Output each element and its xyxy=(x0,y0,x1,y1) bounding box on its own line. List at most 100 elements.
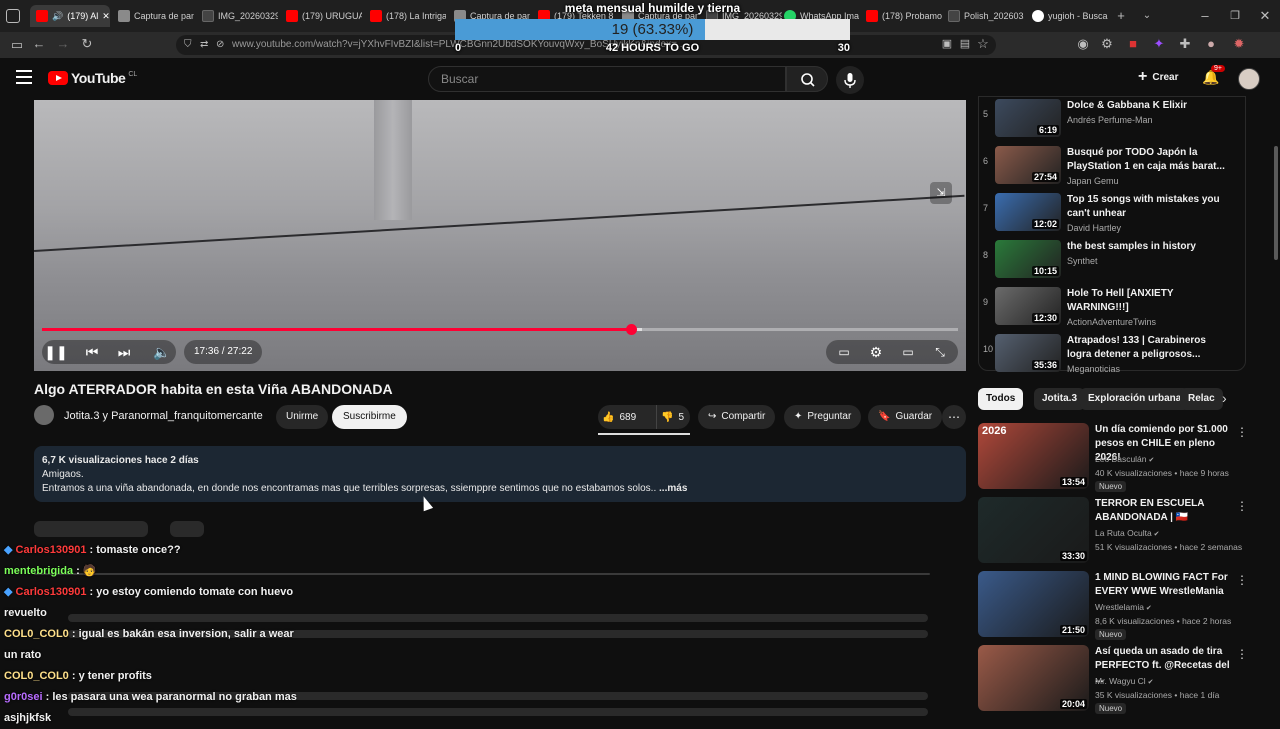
filter-chip[interactable]: Todos xyxy=(978,388,1024,410)
tracking-icon[interactable]: ⊘ xyxy=(216,35,224,55)
account-icon[interactable]: ◉ xyxy=(1076,37,1090,51)
tab[interactable]: Polish_2026032 xyxy=(948,5,1024,27)
screenshot-icon[interactable]: ▣ xyxy=(940,37,954,51)
playlist-thumbnail[interactable]: 12:30 xyxy=(995,287,1061,325)
playlist-title[interactable]: Dolce & Gabbana K Elixir xyxy=(1067,99,1227,113)
maximize-icon[interactable]: ❐ xyxy=(1228,9,1242,23)
filter-chip[interactable]: Exploración urbana xyxy=(1080,388,1190,410)
back-icon[interactable]: ← xyxy=(32,37,46,51)
playlist-channel[interactable]: David Hartley xyxy=(1067,223,1121,233)
recommendation-title[interactable]: TERROR EN ESCUELA ABANDONADA | 🇨🇱 xyxy=(1095,497,1235,525)
tab[interactable]: IMG_20260329 xyxy=(202,5,278,27)
recommendation-channel[interactable]: Mr. Wagyu Cl ✔ xyxy=(1095,676,1154,686)
subscribe-button[interactable]: Suscribirme xyxy=(332,405,407,429)
description-more-link[interactable]: ...más xyxy=(659,483,687,494)
extension-purple-icon[interactable]: ✦ xyxy=(1152,37,1166,51)
reader-view-icon[interactable]: ▤ xyxy=(958,37,972,51)
save-button[interactable]: 🔖 Guardar xyxy=(868,405,943,429)
playlist-title[interactable]: the best samples in history xyxy=(1067,240,1227,254)
more-options-icon[interactable]: ⋮ xyxy=(1236,647,1248,661)
share-button[interactable]: ↪ Compartir xyxy=(698,405,776,429)
playlist-channel[interactable]: ActionAdventureTwins xyxy=(1067,317,1156,327)
dislike-button[interactable]: 👎 5 xyxy=(656,405,684,429)
playlist-title[interactable]: Busqué por TODO Japón la PlayStation 1 e… xyxy=(1067,146,1227,174)
miniplayer-icon[interactable]: ⇲ xyxy=(930,182,952,204)
recommendation-channel[interactable]: La Ruta Oculta ✔ xyxy=(1095,528,1160,538)
playlist-item[interactable]: 5 6:19 Dolce & Gabbana K Elixir Andrés Perf… xyxy=(979,99,1247,145)
join-button[interactable]: Unirme xyxy=(276,405,329,429)
playlist-thumbnail[interactable]: 12:02 xyxy=(995,193,1061,231)
settings-gear-icon[interactable]: ⚙ xyxy=(864,340,888,364)
extension-avatar-icon[interactable]: ● xyxy=(1204,37,1218,51)
recommendation-channel[interactable]: Leo Basculán ✔ xyxy=(1095,454,1154,464)
playlist-thumbnail[interactable]: 10:15 xyxy=(995,240,1061,278)
close-tab-icon[interactable]: ✕ xyxy=(102,11,110,22)
bookmark-star-icon[interactable]: ☆ xyxy=(976,37,990,51)
chips-next-icon[interactable]: › xyxy=(1222,390,1227,406)
menu-icon[interactable] xyxy=(16,70,32,84)
previous-icon[interactable]: ⏮ xyxy=(80,340,104,364)
next-icon[interactable]: ⏭ xyxy=(112,340,136,364)
sidebar-toggle-icon[interactable]: ▭ xyxy=(10,38,24,52)
site-info-icon[interactable]: ⛉ xyxy=(184,35,192,55)
playlist-item[interactable]: 9 12:30 Hole To Hell [ANXIETY WARNING!!!] A… xyxy=(979,287,1247,333)
filter-chip[interactable]: Jotita.3 xyxy=(1034,388,1086,410)
playlist-thumbnail[interactable]: 35:36 xyxy=(995,334,1061,372)
youtube-logo[interactable]: YouTube CL xyxy=(48,70,137,86)
progress-scrubber[interactable] xyxy=(625,324,637,335)
recommendation-channel[interactable]: Wrestlelamia ✔ xyxy=(1095,602,1152,612)
recommendation-item[interactable]: 2026 13:54 Un día comiendo por $1.000 peso… xyxy=(978,423,1248,492)
progress-bar[interactable] xyxy=(42,324,958,335)
recommendation-thumbnail[interactable]: 21:50 xyxy=(978,571,1089,637)
playlist-item[interactable]: 7 12:02 Top 15 songs with mistakes you can… xyxy=(979,193,1247,239)
video-player[interactable]: ⇲ ❚❚ ⏮ ⏭ 🔈 17:36 / 27:22 ▭ ⚙ ▭ ⤡ xyxy=(34,100,966,371)
extension-red-icon[interactable]: ■ xyxy=(1126,37,1140,51)
search-button[interactable] xyxy=(786,66,828,92)
more-options-icon[interactable]: ⋮ xyxy=(1236,499,1248,513)
volume-icon[interactable]: 🔈 xyxy=(150,340,174,364)
tab[interactable]: (178) La Intriga xyxy=(370,5,446,27)
voice-search-button[interactable] xyxy=(836,66,864,94)
extension-icon[interactable]: ⚙ xyxy=(1100,37,1114,51)
playlist-channel[interactable]: Synthet xyxy=(1067,256,1098,266)
tab[interactable]: (179) URUGUAY xyxy=(286,5,362,27)
tab-list-chevron-icon[interactable]: ⌄ xyxy=(1140,9,1154,23)
pause-icon[interactable]: ❚❚ xyxy=(44,340,68,364)
fullscreen-icon[interactable]: ⤡ xyxy=(928,340,952,364)
channel-name[interactable]: Jotita.3 y Paranormal_franquitomercante xyxy=(64,410,263,422)
playlist-thumbnail[interactable]: 6:19 xyxy=(995,99,1061,137)
recommendation-thumbnail[interactable]: 20:04 xyxy=(978,645,1089,711)
recommendation-title[interactable]: 1 MIND BLOWING FACT For EVERY WWE Wrestl… xyxy=(1095,571,1235,599)
like-button[interactable]: 👍 689 xyxy=(602,405,636,429)
ask-button[interactable]: ✦ Preguntar xyxy=(784,405,862,429)
tab-actions-icon[interactable] xyxy=(6,9,20,23)
playlist-channel[interactable]: Japan Gemu xyxy=(1067,176,1119,186)
minimize-icon[interactable]: – xyxy=(1198,9,1212,23)
forward-icon[interactable]: → xyxy=(56,37,70,51)
tab[interactable]: (178) Probamo xyxy=(866,5,942,27)
recommendation-item[interactable]: 20:04 Así queda un asado de tira PERFECTO… xyxy=(978,645,1248,714)
tab[interactable]: yugioh - Busca xyxy=(1032,5,1108,27)
tab-active[interactable]: 🔊 (179) Al ✕ xyxy=(30,5,110,27)
more-actions-icon[interactable]: ⋯ xyxy=(942,405,966,429)
close-window-icon[interactable]: ✕ xyxy=(1258,9,1272,23)
playlist-item[interactable]: 6 27:54 Busqué por TODO Japón la PlayStati… xyxy=(979,146,1247,192)
channel-avatar[interactable] xyxy=(34,405,54,425)
tune-icon[interactable]: ⇄ xyxy=(200,35,208,55)
playlist-thumbnail[interactable]: 27:54 xyxy=(995,146,1061,184)
notifications-button[interactable]: 🔔 9+ xyxy=(1202,65,1225,87)
recommendation-item[interactable]: 33:30 TERROR EN ESCUELA ABANDONADA | 🇨🇱 La… xyxy=(978,497,1248,565)
new-tab-icon[interactable]: + xyxy=(1114,9,1128,23)
playlist-item[interactable]: 10 35:36 Atrapados! 133 | Carabineros logr… xyxy=(979,334,1247,380)
create-button[interactable]: + Crear xyxy=(1138,69,1178,85)
playlist-channel[interactable]: Andrés Perfume-Man xyxy=(1067,115,1153,125)
description-box[interactable]: 6,7 K visualizaciones hace 2 días Amigao… xyxy=(34,446,966,502)
subtitles-icon[interactable]: ▭ xyxy=(832,340,856,364)
theater-mode-icon[interactable]: ▭ xyxy=(896,340,920,364)
tab[interactable]: Captura de pan xyxy=(118,5,194,27)
playlist-item[interactable]: 8 10:15 the best samples in history Synthet xyxy=(979,240,1247,286)
playlist-channel[interactable]: Meganoticias xyxy=(1067,364,1120,374)
scrollbar[interactable] xyxy=(1274,146,1278,260)
reload-icon[interactable]: ↻ xyxy=(80,37,94,51)
extensions-puzzle-icon[interactable]: ✚ xyxy=(1178,37,1192,51)
